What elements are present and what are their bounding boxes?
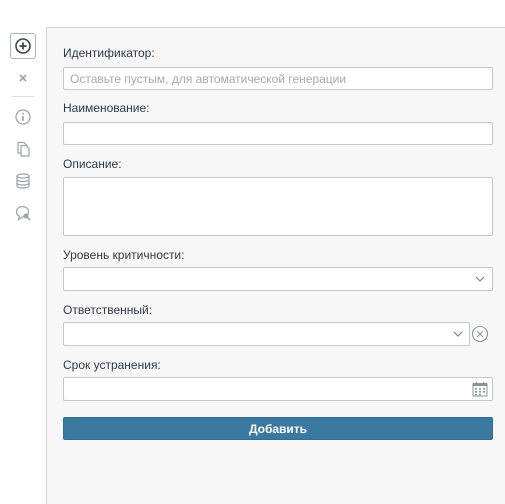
responsible-select[interactable] (63, 322, 470, 346)
database-button[interactable] (10, 168, 36, 194)
close-icon (19, 74, 27, 82)
identifier-label: Идентификатор: (63, 46, 155, 60)
clear-icon[interactable] (471, 325, 489, 343)
calendar-icon[interactable] (471, 380, 489, 398)
severity-select[interactable] (63, 267, 493, 291)
add-circle-icon (15, 38, 31, 54)
deadline-label: Срок устранения: (63, 358, 161, 372)
database-icon (16, 173, 30, 189)
toolbar-divider (12, 96, 34, 97)
add-button[interactable] (10, 33, 36, 59)
copy-icon (17, 141, 30, 157)
deadline-input[interactable] (63, 377, 493, 401)
chevron-down-icon[interactable] (473, 273, 487, 285)
identifier-input[interactable] (63, 67, 493, 90)
form-panel: Идентификатор: Наименование: Описание: У… (46, 27, 505, 504)
delete-button[interactable] (10, 65, 36, 91)
description-textarea[interactable] (63, 177, 493, 236)
side-toolbar (0, 0, 46, 504)
comment-search-icon (15, 205, 31, 221)
info-button[interactable] (10, 104, 36, 130)
comment-search-button[interactable] (10, 200, 36, 226)
chevron-down-icon[interactable] (451, 328, 465, 340)
info-icon (15, 109, 31, 125)
responsible-label: Ответственный: (63, 303, 153, 317)
add-submit-label: Добавить (248, 421, 308, 436)
description-label: Описание: (63, 157, 122, 171)
name-label: Наименование: (63, 101, 150, 115)
name-input[interactable] (63, 122, 493, 145)
copy-button[interactable] (10, 136, 36, 162)
add-submit-button[interactable]: Добавить (63, 417, 493, 440)
severity-label: Уровень критичности: (63, 248, 185, 262)
